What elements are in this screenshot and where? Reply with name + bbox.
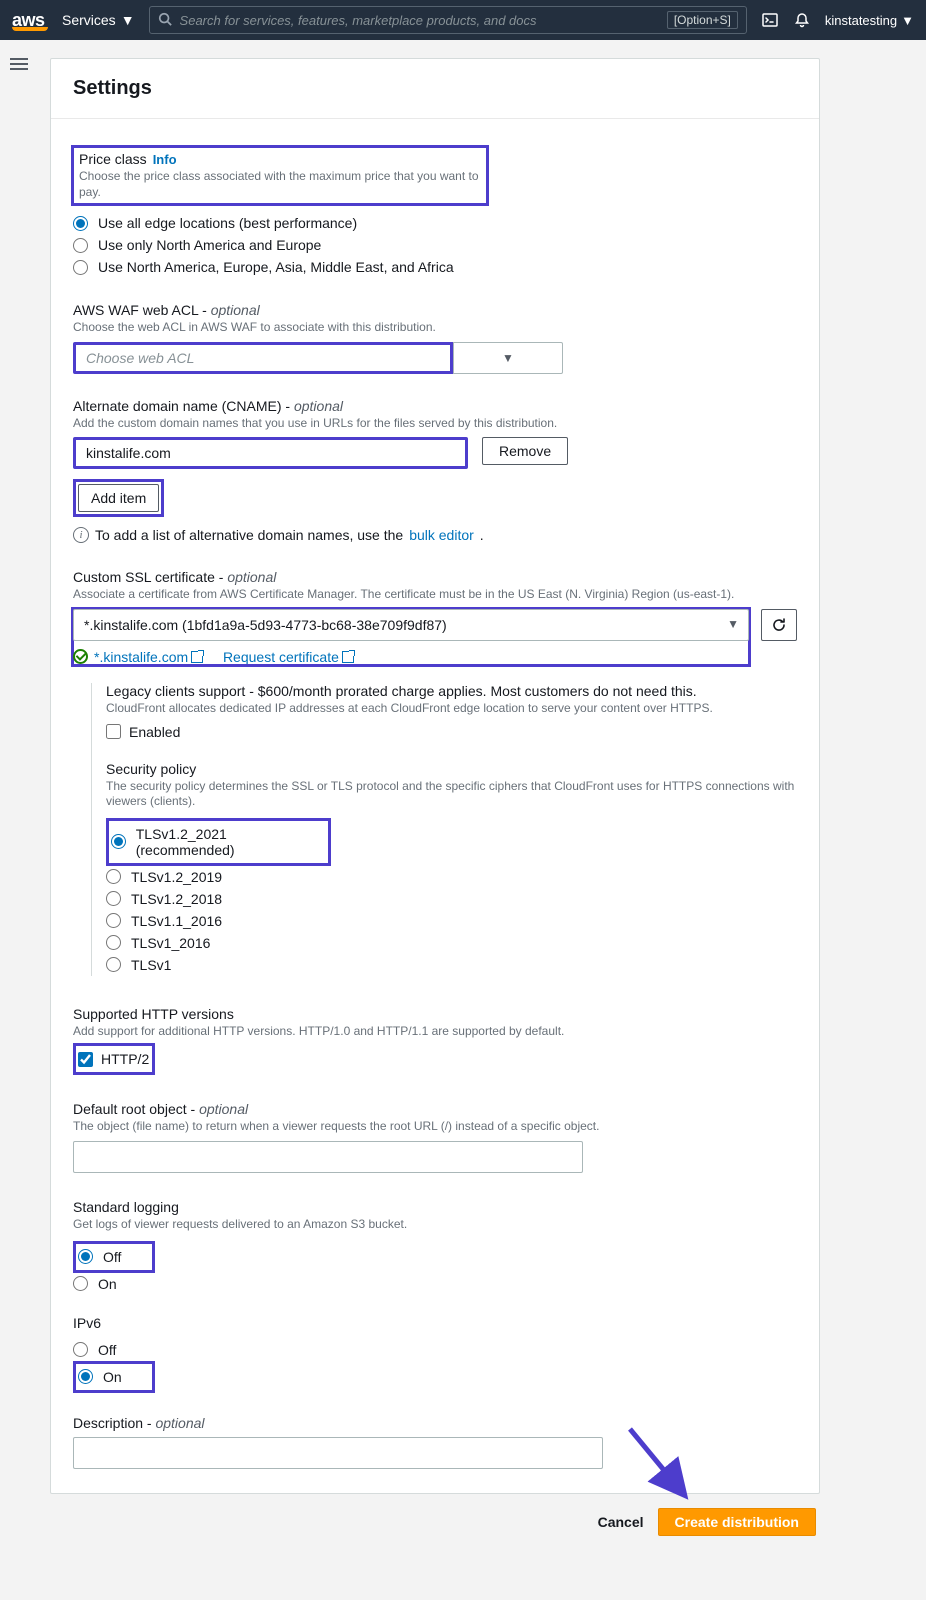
security-option-0[interactable]: TLSv1.2_2021 (recommended)	[111, 823, 326, 861]
chevron-down-icon: ▼	[901, 13, 914, 28]
root-object-input[interactable]	[73, 1141, 583, 1173]
price-class-option-1[interactable]: Use only North America and Europe	[73, 234, 797, 256]
price-class-label: Price class	[79, 151, 147, 167]
waf-dropdown-toggle[interactable]: ▼	[453, 342, 563, 374]
settings-card: Settings Price class Info Choose the pric…	[50, 58, 820, 1494]
aws-logo[interactable]: aws	[12, 10, 48, 31]
ssl-help: Associate a certificate from AWS Certifi…	[73, 587, 797, 603]
description-input[interactable]	[73, 1437, 603, 1469]
logging-on[interactable]: On	[73, 1273, 797, 1295]
global-search[interactable]: [Option+S]	[149, 6, 747, 34]
price-class-help: Choose the price class associated with t…	[79, 169, 481, 200]
waf-select[interactable]	[73, 342, 453, 374]
security-option-3[interactable]: TLSv1.1_2016	[106, 910, 797, 932]
search-shortcut: [Option+S]	[667, 11, 738, 29]
waf-label: AWS WAF web ACL -	[73, 302, 211, 318]
bell-icon[interactable]	[793, 11, 811, 29]
waf-help: Choose the web ACL in AWS WAF to associa…	[73, 320, 797, 336]
chevron-down-icon: ▼	[121, 12, 135, 28]
refresh-button[interactable]	[761, 609, 797, 641]
success-icon	[73, 649, 88, 664]
ssl-label: Custom SSL certificate -	[73, 569, 227, 585]
create-distribution-button[interactable]: Create distribution	[658, 1508, 816, 1536]
http-help: Add support for additional HTTP versions…	[73, 1024, 797, 1040]
price-class-radios: Use all edge locations (best performance…	[73, 212, 797, 278]
top-nav: aws Services▼ [Option+S] kinstatesting▼	[0, 0, 926, 40]
legacy-enabled-checkbox[interactable]: Enabled	[106, 721, 797, 743]
external-link-icon	[342, 651, 354, 663]
security-option-4[interactable]: TLSv1_2016	[106, 932, 797, 954]
cert-domain-link[interactable]: *.kinstalife.com	[94, 649, 203, 665]
cname-input[interactable]	[73, 437, 468, 469]
legacy-label: Legacy clients support - $600/month pror…	[106, 683, 797, 699]
logging-help: Get logs of viewer requests delivered to…	[73, 1217, 797, 1233]
logging-off[interactable]: Off	[78, 1246, 150, 1268]
account-menu[interactable]: kinstatesting▼	[825, 13, 914, 28]
cloudshell-icon[interactable]	[761, 11, 779, 29]
http2-checkbox[interactable]: HTTP/2	[78, 1048, 150, 1070]
remove-button[interactable]: Remove	[482, 437, 568, 465]
add-item-button[interactable]: Add item	[78, 484, 159, 512]
search-input[interactable]	[180, 13, 659, 28]
external-link-icon	[191, 651, 203, 663]
cname-help: Add the custom domain names that you use…	[73, 416, 797, 432]
bulk-editor-link[interactable]: bulk editor	[409, 527, 474, 543]
http-label: Supported HTTP versions	[73, 1006, 797, 1022]
hamburger-icon[interactable]	[10, 55, 28, 73]
services-menu[interactable]: Services▼	[62, 12, 135, 28]
cancel-button[interactable]: Cancel	[598, 1514, 644, 1530]
search-icon	[158, 12, 172, 29]
ipv6-on[interactable]: On	[78, 1366, 150, 1388]
logging-label: Standard logging	[73, 1199, 797, 1215]
annotation-arrow	[620, 1424, 700, 1504]
ssl-cert-select[interactable]	[73, 609, 749, 641]
price-class-section: Price class Info Choose the price class a…	[73, 147, 487, 204]
page-title: Settings	[73, 77, 797, 100]
price-class-option-2[interactable]: Use North America, Europe, Asia, Middle …	[73, 256, 797, 278]
root-help: The object (file name) to return when a …	[73, 1119, 797, 1135]
info-link[interactable]: Info	[153, 152, 177, 167]
cname-label: Alternate domain name (CNAME) -	[73, 398, 294, 414]
request-cert-link[interactable]: Request certificate	[223, 649, 354, 665]
root-label: Default root object -	[73, 1101, 199, 1117]
price-class-option-0[interactable]: Use all edge locations (best performance…	[73, 212, 797, 234]
security-option-1[interactable]: TLSv1.2_2019	[106, 866, 797, 888]
security-help: The security policy determines the SSL o…	[106, 779, 797, 810]
security-option-2[interactable]: TLSv1.2_2018	[106, 888, 797, 910]
ipv6-label: IPv6	[73, 1315, 797, 1331]
security-option-5[interactable]: TLSv1	[106, 954, 797, 976]
legacy-help: CloudFront allocates dedicated IP addres…	[106, 701, 797, 717]
info-icon: i	[73, 527, 89, 543]
desc-label: Description -	[73, 1415, 155, 1431]
ipv6-off[interactable]: Off	[73, 1339, 797, 1361]
security-label: Security policy	[106, 761, 797, 777]
